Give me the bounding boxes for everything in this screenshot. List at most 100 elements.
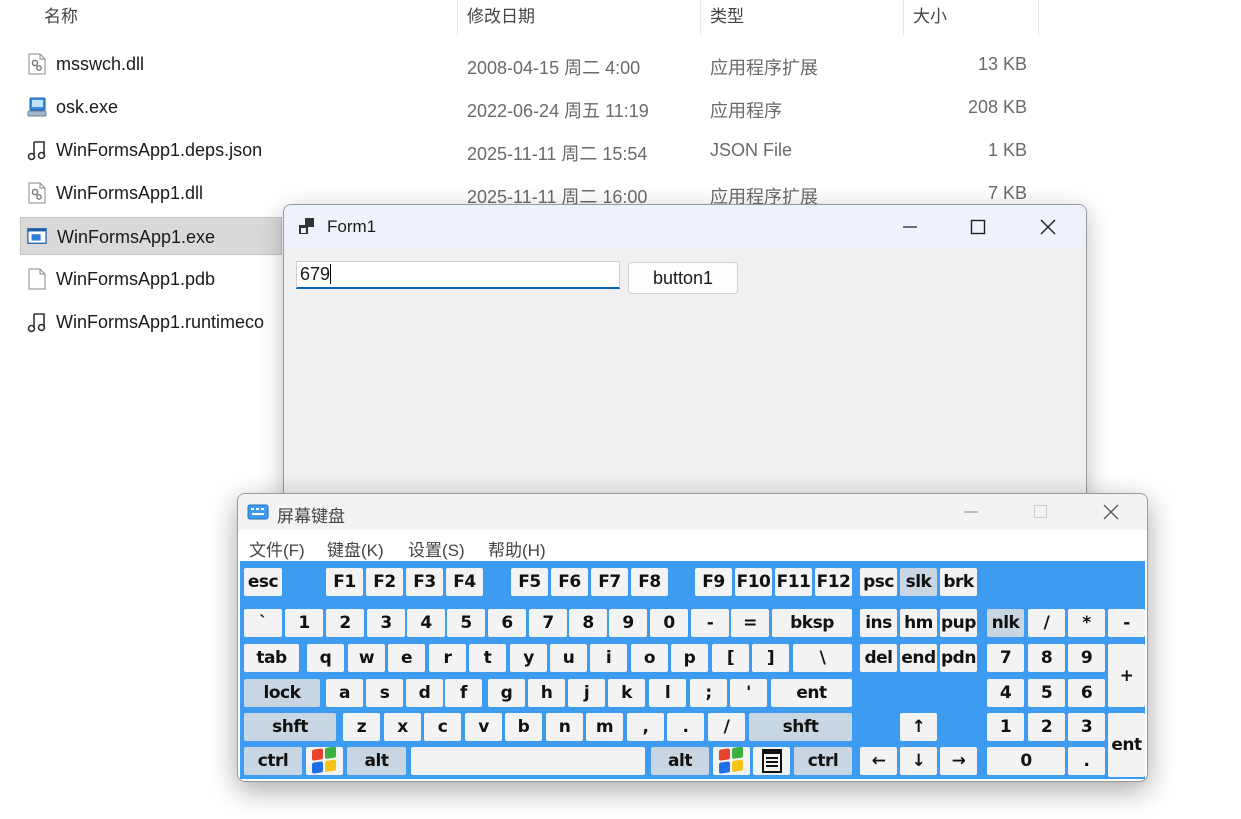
key-2[interactable]: 2 — [326, 609, 364, 637]
key-8[interactable]: 8 — [569, 609, 607, 637]
key-f8[interactable]: F8 — [631, 568, 668, 596]
key-numpad-star[interactable]: * — [1068, 609, 1105, 637]
key-7[interactable]: 7 — [529, 609, 567, 637]
key-slash[interactable]: / — [708, 713, 745, 741]
column-separator[interactable] — [1038, 0, 1039, 36]
key-backtick[interactable]: ` — [244, 609, 282, 637]
form1-textbox[interactable]: 679 — [296, 261, 620, 289]
key-3[interactable]: 3 — [367, 609, 405, 637]
column-header-modified[interactable]: 修改日期 — [467, 0, 535, 36]
key-left-shift[interactable]: shft — [244, 713, 336, 741]
key-menu[interactable] — [753, 747, 790, 775]
key-k[interactable]: k — [608, 679, 645, 707]
key-page-down[interactable]: pdn — [940, 644, 977, 672]
key-backspace[interactable]: bksp — [772, 609, 852, 637]
key-num-lock[interactable]: nlk — [987, 609, 1024, 637]
key-space[interactable] — [411, 747, 645, 775]
key-equals[interactable]: = — [731, 609, 769, 637]
key-backslash[interactable]: \ — [793, 644, 852, 672]
key-f10[interactable]: F10 — [735, 568, 772, 596]
key-h[interactable]: h — [528, 679, 565, 707]
key-1[interactable]: 1 — [285, 609, 323, 637]
key-slk[interactable]: slk — [900, 568, 937, 596]
key-f6[interactable]: F6 — [551, 568, 588, 596]
key-numpad-9[interactable]: 9 — [1068, 644, 1105, 672]
key-6[interactable]: 6 — [488, 609, 526, 637]
key-brk[interactable]: brk — [940, 568, 977, 596]
key-f1[interactable]: F1 — [326, 568, 363, 596]
menu-help[interactable]: 帮助(H) — [488, 536, 546, 561]
key-i[interactable]: i — [590, 644, 627, 672]
key-quote[interactable]: ' — [730, 679, 767, 707]
column-separator[interactable] — [457, 0, 458, 36]
key-enter[interactable]: ent — [771, 679, 852, 707]
key-t[interactable]: t — [469, 644, 506, 672]
osk-maximize-button[interactable] — [1006, 494, 1076, 530]
key-comma[interactable]: , — [627, 713, 664, 741]
key-numpad-5[interactable]: 5 — [1028, 679, 1065, 707]
key-y[interactable]: y — [510, 644, 547, 672]
key-numpad-plus[interactable]: + — [1108, 644, 1145, 707]
key-b[interactable]: b — [505, 713, 542, 741]
key-numpad-enter[interactable]: ent — [1108, 713, 1145, 777]
key-semicolon[interactable]: ; — [690, 679, 727, 707]
key-s[interactable]: s — [366, 679, 403, 707]
key-d[interactable]: d — [406, 679, 443, 707]
file-row[interactable]: WinFormsApp1.runtimeco — [20, 303, 282, 341]
key-numpad-1[interactable]: 1 — [987, 713, 1024, 741]
key-left-bracket[interactable]: [ — [712, 644, 749, 672]
key-arrow-down[interactable]: ↓ — [900, 747, 937, 775]
key-numpad-4[interactable]: 4 — [987, 679, 1024, 707]
column-separator[interactable] — [903, 0, 904, 36]
maximize-button[interactable] — [944, 205, 1012, 249]
key-tab[interactable]: tab — [244, 644, 299, 672]
key-a[interactable]: a — [326, 679, 363, 707]
key-f3[interactable]: F3 — [406, 568, 443, 596]
minimize-button[interactable] — [876, 205, 944, 249]
form1-titlebar[interactable]: Form1 — [284, 205, 1086, 249]
key-v[interactable]: v — [465, 713, 502, 741]
key-l[interactable]: l — [649, 679, 686, 707]
key-f4[interactable]: F4 — [446, 568, 483, 596]
key-f11[interactable]: F11 — [775, 568, 812, 596]
key-w[interactable]: w — [348, 644, 385, 672]
key-period[interactable]: . — [667, 713, 704, 741]
key-arrow-right[interactable]: → — [940, 747, 977, 775]
key-left-windows[interactable] — [306, 746, 343, 775]
key-q[interactable]: q — [307, 644, 344, 672]
key-numpad-6[interactable]: 6 — [1068, 679, 1105, 707]
key-numpad-slash[interactable]: / — [1028, 609, 1065, 637]
file-row[interactable]: osk.exe — [20, 88, 282, 126]
key-right-alt[interactable]: alt — [651, 747, 709, 775]
column-header-type[interactable]: 类型 — [710, 0, 744, 36]
close-button[interactable] — [1014, 205, 1082, 249]
key-j[interactable]: j — [568, 679, 605, 707]
key-0[interactable]: 0 — [650, 609, 688, 637]
key-left-ctrl[interactable]: ctrl — [244, 747, 302, 775]
key-right-ctrl[interactable]: ctrl — [794, 747, 852, 775]
file-row[interactable]: WinFormsApp1.deps.json — [20, 131, 282, 169]
key-end[interactable]: end — [900, 644, 937, 672]
key-f2[interactable]: F2 — [366, 568, 403, 596]
key-r[interactable]: r — [429, 644, 466, 672]
key-numpad-7[interactable]: 7 — [987, 644, 1024, 672]
osk-close-button[interactable] — [1076, 494, 1146, 530]
key-esc[interactable]: esc — [244, 568, 282, 596]
key-4[interactable]: 4 — [407, 609, 445, 637]
column-header-size[interactable]: 大小 — [913, 0, 947, 36]
key-page-up[interactable]: pup — [940, 609, 977, 637]
key-g[interactable]: g — [488, 679, 525, 707]
key-left-alt[interactable]: alt — [347, 747, 406, 775]
key-z[interactable]: z — [343, 713, 380, 741]
key-f7[interactable]: F7 — [591, 568, 628, 596]
key-f5[interactable]: F5 — [511, 568, 548, 596]
key-numpad-dot[interactable]: . — [1068, 747, 1105, 775]
key-arrow-left[interactable]: ← — [860, 747, 897, 775]
key-numpad-2[interactable]: 2 — [1028, 713, 1065, 741]
key-o[interactable]: o — [631, 644, 668, 672]
file-row[interactable]: WinFormsApp1.dll — [20, 174, 282, 212]
key-arrow-up[interactable]: ↑ — [900, 713, 937, 741]
key-9[interactable]: 9 — [609, 609, 647, 637]
key-right-bracket[interactable]: ] — [752, 644, 789, 672]
menu-file[interactable]: 文件(F) — [249, 536, 305, 561]
